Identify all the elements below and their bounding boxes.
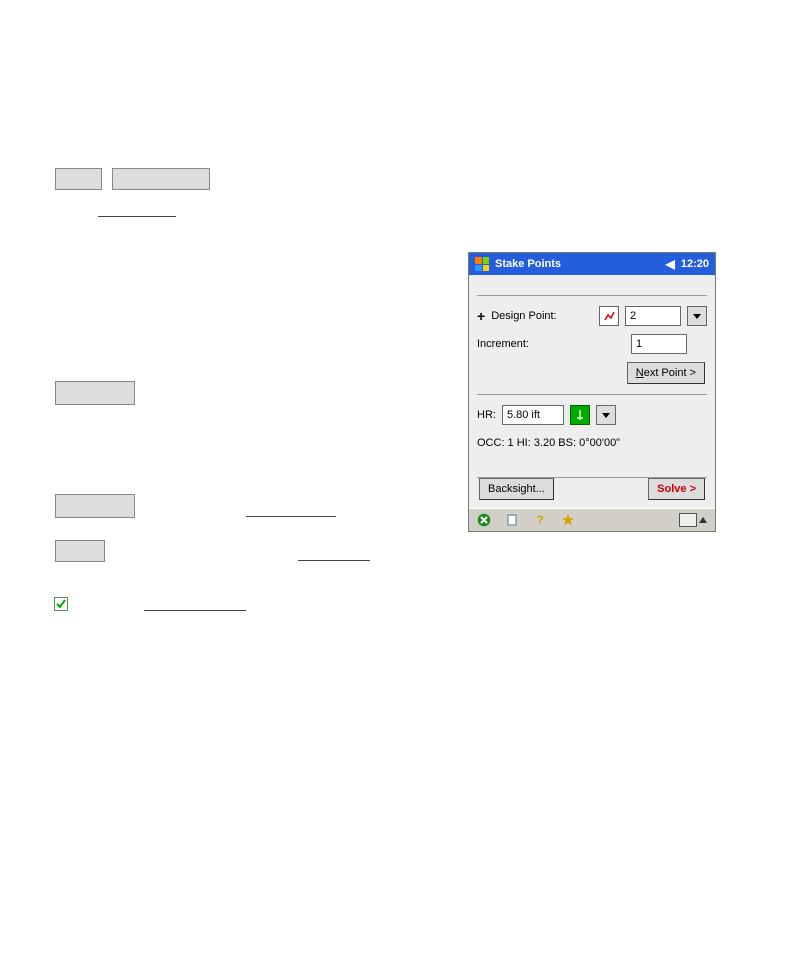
window-title: Stake Points [495, 258, 660, 270]
next-point-rest: ext Point > [644, 367, 696, 379]
design-point-row: + Design Point: 2 [477, 306, 707, 326]
volume-icon[interactable]: ◀ [666, 257, 675, 271]
next-point-row: Next Point > [477, 362, 707, 384]
placeholder-box [55, 168, 102, 190]
placeholder-box [55, 540, 105, 562]
backsight-button[interactable]: Backsight... [479, 478, 554, 500]
increment-row: Increment: 1 [477, 334, 707, 354]
next-point-underline: N [636, 367, 644, 379]
clock: 12:20 [681, 258, 709, 270]
hr-label: HR: [477, 409, 496, 421]
design-point-dropdown[interactable] [687, 306, 707, 326]
underline [144, 610, 246, 611]
sip-keyboard-icon[interactable] [679, 513, 707, 527]
next-point-button[interactable]: Next Point > [627, 362, 705, 384]
hr-input[interactable]: 5.80 ift [502, 405, 564, 425]
help-icon[interactable]: ? [533, 513, 547, 527]
underline [98, 216, 176, 217]
placeholder-box [55, 381, 135, 405]
plus-icon: + [477, 308, 485, 324]
design-point-input[interactable]: 2 [625, 306, 681, 326]
hr-dropdown[interactable] [596, 405, 616, 425]
checklist-icon [54, 597, 68, 614]
point-style-icon[interactable] [599, 306, 619, 326]
status-line: OCC: 1 HI: 3.20 BS: 0°00'00" [477, 433, 707, 477]
placeholder-box [55, 494, 135, 518]
design-point-label: Design Point: [491, 310, 556, 322]
rod-icon[interactable] [570, 405, 590, 425]
underline [246, 516, 336, 517]
close-icon[interactable] [477, 513, 491, 527]
device-screenshot: Stake Points ◀ 12:20 + Design Point: 2 I… [468, 252, 716, 532]
star-icon[interactable] [561, 513, 575, 527]
underline [298, 560, 370, 561]
placeholder-box [112, 168, 210, 190]
increment-label: Increment: [477, 338, 529, 350]
svg-text:?: ? [536, 513, 543, 527]
hr-row: HR: 5.80 ift [477, 405, 707, 425]
solve-button[interactable]: Solve > [648, 478, 705, 500]
titlebar: Stake Points ◀ 12:20 [469, 253, 715, 275]
toolbar: ? [469, 508, 715, 531]
start-flag-icon[interactable] [475, 257, 489, 271]
clipboard-icon[interactable] [505, 513, 519, 527]
increment-input[interactable]: 1 [631, 334, 687, 354]
